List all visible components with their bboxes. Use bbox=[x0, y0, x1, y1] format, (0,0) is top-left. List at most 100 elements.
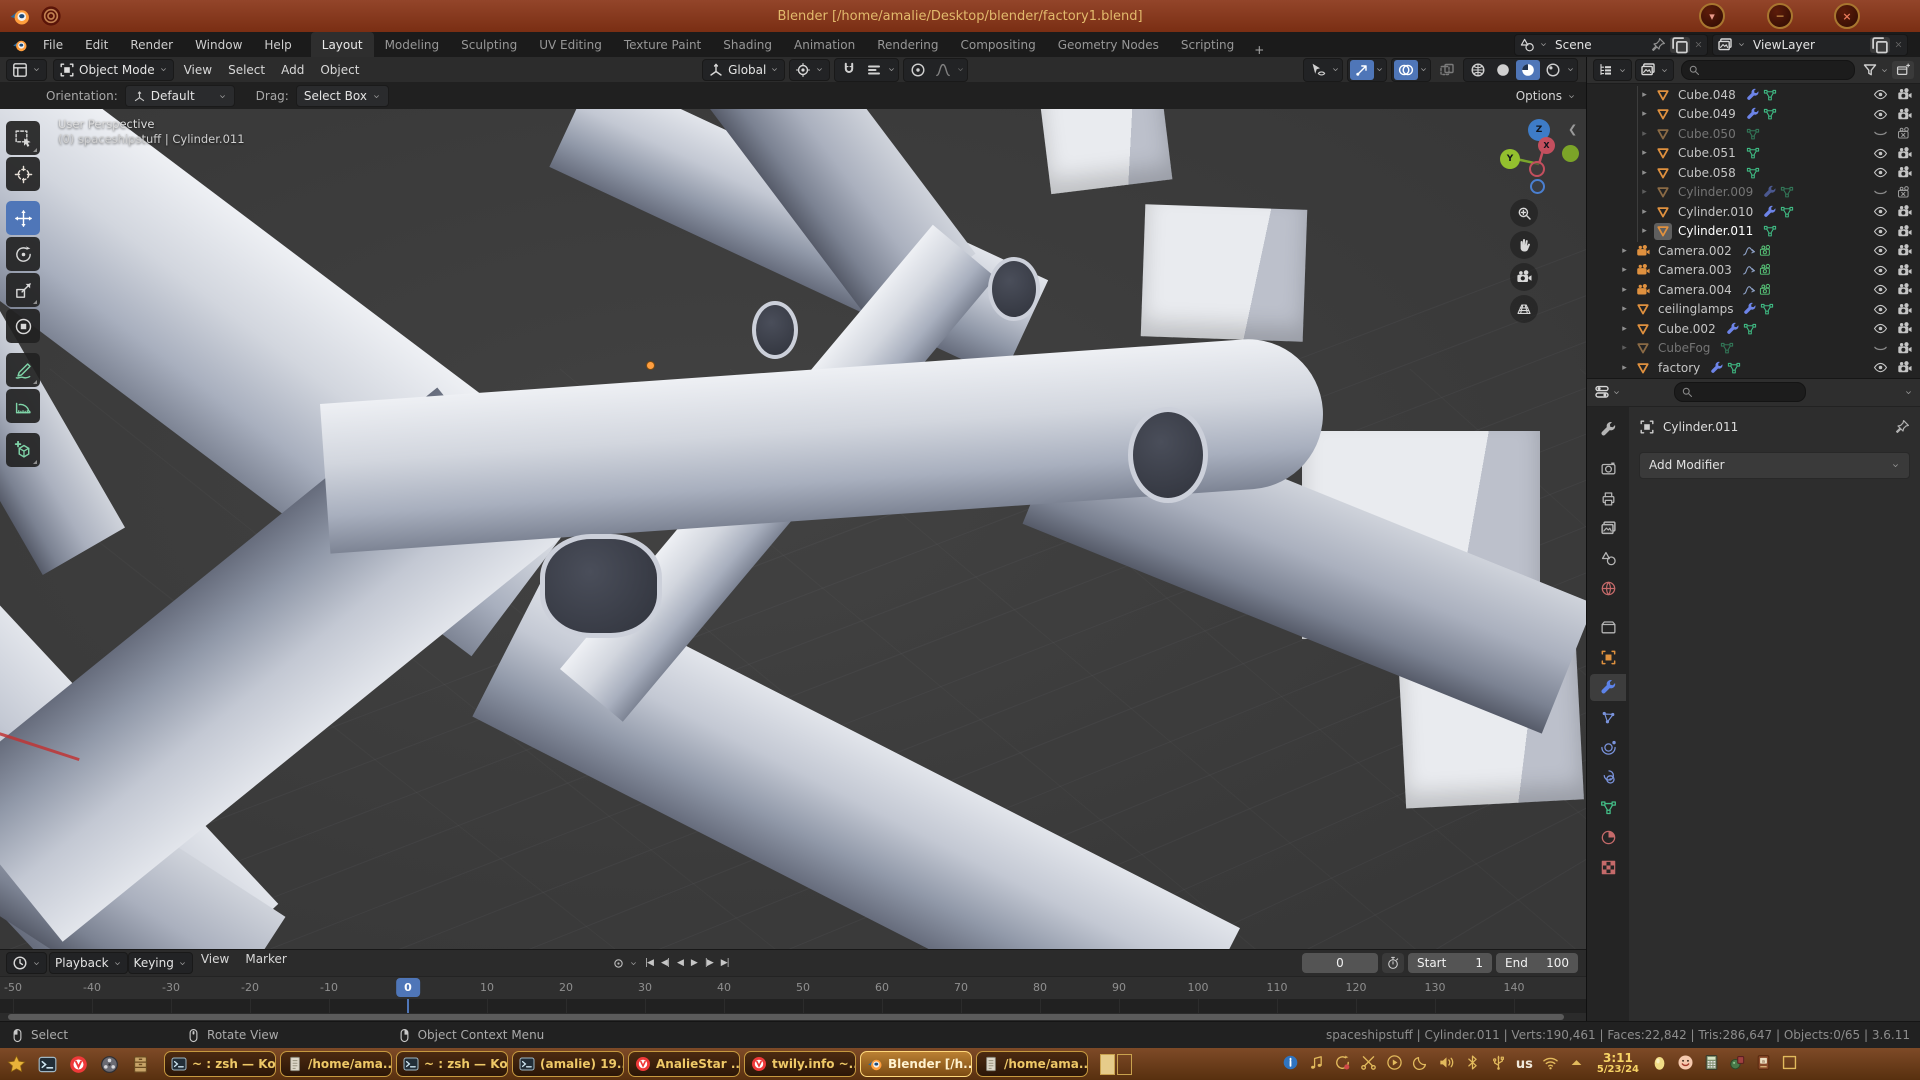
tool-measure-button[interactable] bbox=[6, 389, 40, 423]
tool-transform-button[interactable] bbox=[6, 309, 40, 343]
hide-in-viewport-icon[interactable] bbox=[1873, 185, 1888, 200]
menu-edit[interactable]: Edit bbox=[74, 32, 119, 57]
pin-icon[interactable] bbox=[1894, 419, 1910, 435]
outliner-row-cube-002[interactable]: ▸Cube.002 bbox=[1587, 319, 1920, 339]
pivot-point-dropdown[interactable] bbox=[789, 59, 830, 81]
expand-arrow-icon[interactable]: ▸ bbox=[1639, 148, 1650, 158]
jump-end-button[interactable]: ▶| bbox=[718, 957, 732, 969]
outliner-row-camera-004[interactable]: ▸Camera.004 bbox=[1587, 280, 1920, 300]
clock[interactable]: 3:11 5/23/24 bbox=[1597, 1052, 1639, 1075]
disable-in-renders-icon[interactable] bbox=[1897, 302, 1912, 317]
expand-arrow-icon[interactable]: ▸ bbox=[1639, 187, 1650, 197]
disable-in-renders-icon[interactable] bbox=[1897, 87, 1912, 102]
timeline-menu-playback[interactable]: Playback bbox=[49, 952, 128, 974]
hide-in-viewport-icon[interactable] bbox=[1873, 282, 1888, 297]
show-overlays-toggle[interactable] bbox=[1394, 60, 1418, 80]
workspace-tab-scripting[interactable]: Scripting bbox=[1170, 32, 1245, 57]
proportional-falloff-dropdown[interactable] bbox=[931, 60, 955, 80]
tool-add-cube-button[interactable] bbox=[6, 433, 40, 467]
timeline-scrollbar-thumb[interactable] bbox=[8, 1014, 1564, 1020]
outliner-row-cubefog[interactable]: ▸CubeFog bbox=[1587, 339, 1920, 359]
expand-arrow-icon[interactable]: ▸ bbox=[1619, 265, 1630, 275]
add-workspace-button[interactable]: + bbox=[1245, 43, 1273, 57]
hide-in-viewport-icon[interactable] bbox=[1873, 321, 1888, 336]
timeline-playhead[interactable]: 0 bbox=[396, 978, 420, 997]
launcher-favorites-star[interactable] bbox=[6, 1054, 26, 1074]
proportional-edit-toggle[interactable] bbox=[906, 60, 930, 80]
expand-arrow-icon[interactable]: ▸ bbox=[1619, 343, 1630, 353]
sidebar-collapse-arrow[interactable]: ❮ bbox=[1568, 123, 1577, 136]
tray-calculator[interactable] bbox=[1703, 1054, 1720, 1074]
properties-tab-world[interactable] bbox=[1590, 575, 1626, 602]
workspace-tab-layout[interactable]: Layout bbox=[311, 32, 374, 57]
close-icon[interactable] bbox=[1894, 40, 1903, 49]
properties-tab-collection[interactable] bbox=[1590, 614, 1626, 641]
next-keyframe-button[interactable]: |▶ bbox=[702, 957, 716, 969]
blender-menu-icon[interactable] bbox=[12, 37, 28, 53]
hide-in-viewport-icon[interactable] bbox=[1873, 165, 1888, 180]
timeline-menu-keying[interactable]: Keying bbox=[128, 952, 193, 974]
expand-arrow-icon[interactable]: ▸ bbox=[1639, 109, 1650, 119]
outliner-row-camera-002[interactable]: ▸Camera.002 bbox=[1587, 241, 1920, 261]
workspace-tab-animation[interactable]: Animation bbox=[783, 32, 866, 57]
expand-arrow-icon[interactable]: ▸ bbox=[1639, 207, 1650, 217]
timeline-menu-view[interactable]: View bbox=[193, 952, 237, 974]
taskbar-window-home-ama[interactable]: /home/ama... bbox=[280, 1051, 392, 1077]
menu-window[interactable]: Window bbox=[184, 32, 253, 57]
snap-toggle[interactable] bbox=[837, 60, 861, 80]
tray-volume[interactable] bbox=[1438, 1054, 1455, 1074]
gizmo-z-negative[interactable] bbox=[1530, 179, 1545, 194]
window-minimize-button[interactable]: ▾ bbox=[1699, 3, 1725, 29]
properties-tab-tool[interactable] bbox=[1590, 416, 1626, 443]
expand-arrow-icon[interactable]: ▸ bbox=[1619, 304, 1630, 314]
keyboard-layout-indicator[interactable]: us bbox=[1516, 1057, 1533, 1072]
launcher-terminal[interactable] bbox=[37, 1054, 57, 1074]
taskbar-window-amalie-19[interactable]: (amalie) 19... bbox=[512, 1051, 624, 1077]
transform-orientation-dropdown[interactable]: Global bbox=[702, 59, 785, 81]
play-reverse-button[interactable]: ◀ bbox=[674, 957, 686, 969]
snap-with-dropdown[interactable] bbox=[862, 60, 886, 80]
tray-clipboard[interactable] bbox=[1360, 1054, 1377, 1074]
workspace-tab-rendering[interactable]: Rendering bbox=[866, 32, 949, 57]
viewport-pan-button[interactable] bbox=[1510, 231, 1538, 259]
workspace-tab-texture-paint[interactable]: Texture Paint bbox=[613, 32, 712, 57]
new-collection-button[interactable] bbox=[1892, 61, 1914, 79]
pin-icon[interactable] bbox=[1650, 37, 1666, 53]
tray-music-player[interactable] bbox=[1308, 1054, 1325, 1074]
show-gizmos-toggle[interactable] bbox=[1350, 60, 1374, 80]
tray-info[interactable] bbox=[1282, 1054, 1299, 1074]
disable-in-renders-icon[interactable] bbox=[1897, 243, 1912, 258]
drag-setting-dropdown[interactable]: Select Box bbox=[296, 85, 389, 107]
gizmo-x-axis[interactable]: X bbox=[1538, 137, 1555, 154]
tool-move-button[interactable] bbox=[6, 201, 40, 235]
properties-tab-object[interactable] bbox=[1590, 644, 1626, 671]
outliner-display-mode-dropdown[interactable] bbox=[1635, 59, 1674, 81]
taskbar-window-analiestar[interactable]: AnalieStar ... bbox=[628, 1051, 740, 1077]
timeline-menu-marker[interactable]: Marker bbox=[237, 952, 294, 974]
properties-tab-texture[interactable] bbox=[1590, 854, 1626, 881]
viewport-menu-select[interactable]: Select bbox=[220, 63, 273, 77]
timeline-tracks[interactable] bbox=[0, 999, 1586, 1013]
scene-selector[interactable]: Scene bbox=[1514, 34, 1708, 56]
taskbar-window-blender-h[interactable]: Blender [/h... bbox=[860, 1051, 972, 1077]
launcher-vivaldi[interactable] bbox=[68, 1054, 88, 1074]
mode-dropdown[interactable]: Object Mode bbox=[53, 59, 174, 81]
workspace-tab-geometry-nodes[interactable]: Geometry Nodes bbox=[1047, 32, 1170, 57]
viewport-zoom-button[interactable] bbox=[1510, 199, 1538, 227]
disable-in-renders-icon[interactable] bbox=[1897, 341, 1912, 356]
object-visibility-toggle[interactable] bbox=[1306, 60, 1330, 80]
expand-arrow-icon[interactable]: ▸ bbox=[1619, 246, 1630, 256]
shading-wireframe-button[interactable] bbox=[1466, 60, 1490, 80]
properties-tab-view-layer[interactable] bbox=[1590, 515, 1626, 542]
tray-usb[interactable] bbox=[1490, 1054, 1507, 1074]
window-maximize-button[interactable]: ─ bbox=[1767, 3, 1793, 29]
hide-in-viewport-icon[interactable] bbox=[1873, 263, 1888, 278]
hide-in-viewport-icon[interactable] bbox=[1873, 341, 1888, 356]
disable-in-renders-icon[interactable] bbox=[1897, 146, 1912, 161]
tray-show-desktop[interactable] bbox=[1781, 1054, 1798, 1074]
window-titlebar[interactable]: Blender [/home/amalie/Desktop/blender/fa… bbox=[0, 0, 1920, 32]
tray-night-color[interactable] bbox=[1412, 1054, 1429, 1074]
outliner-row-factory[interactable]: ▸factory bbox=[1587, 358, 1920, 378]
current-frame-field[interactable]: 0 bbox=[1302, 953, 1378, 973]
properties-editor-type-button[interactable] bbox=[1594, 384, 1621, 400]
